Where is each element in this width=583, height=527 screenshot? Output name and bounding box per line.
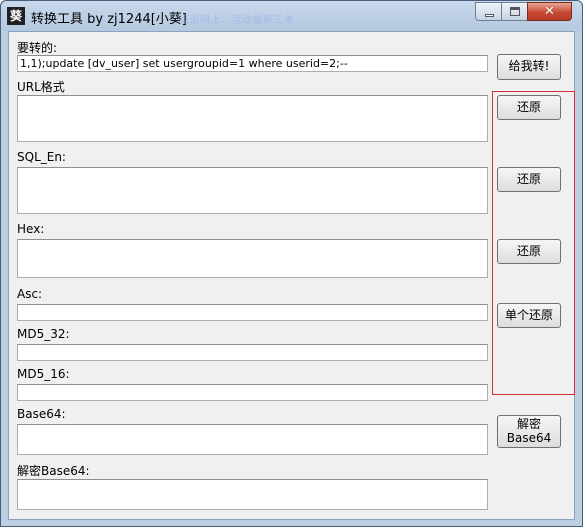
sql-label: SQL_En: xyxy=(17,150,66,164)
input-label: 要转的: xyxy=(17,41,58,55)
sql-restore-button[interactable]: 还原 xyxy=(497,167,561,192)
asc-output-field[interactable] xyxy=(17,304,488,321)
hex-restore-button[interactable]: 还原 xyxy=(497,239,561,264)
md5-16-label: MD5_16: xyxy=(17,367,70,381)
maximize-icon xyxy=(510,7,520,16)
window-title: 转换工具 by zj1244[小葵] xyxy=(31,12,187,27)
hex-output-field[interactable] xyxy=(17,239,488,278)
asc-label: Asc: xyxy=(17,287,43,301)
url-restore-button[interactable]: 还原 xyxy=(497,95,561,120)
close-button[interactable]: ✕ xyxy=(527,2,572,21)
decoded-base64-output-field[interactable] xyxy=(17,479,488,510)
minimize-button[interactable] xyxy=(475,2,502,21)
decoded-base64-label: 解密Base64: xyxy=(17,464,90,478)
decode-base64-label-line1: 解密 xyxy=(516,416,541,431)
client-area: 要转的: 给我转! URL格式 还原 SQL_En: 还原 Hex: 还原 As… xyxy=(8,31,575,520)
hex-label: Hex: xyxy=(17,222,45,236)
maximize-button[interactable] xyxy=(501,2,528,21)
input-text-field[interactable] xyxy=(17,55,488,72)
asc-single-restore-button[interactable]: 单个还原 xyxy=(497,303,561,328)
convert-button[interactable]: 给我转! xyxy=(497,54,561,80)
md5-32-output-field[interactable] xyxy=(17,344,488,361)
sql-output-field[interactable] xyxy=(17,167,488,214)
background-ghost-text: 点击网上、活动最新工单 xyxy=(179,15,295,26)
title-bar[interactable]: 葵 转换工具 by zj1244[小葵] 点击网上、活动最新工单 ✕ xyxy=(1,1,582,31)
md5-16-output-field[interactable] xyxy=(17,384,488,401)
app-icon: 葵 xyxy=(7,7,25,25)
close-icon: ✕ xyxy=(544,4,555,19)
minimize-icon xyxy=(485,14,494,17)
app-window: 葵 转换工具 by zj1244[小葵] 点击网上、活动最新工单 ✕ 要转的: … xyxy=(0,0,583,527)
base64-label: Base64: xyxy=(17,407,66,421)
md5-32-label: MD5_32: xyxy=(17,327,70,341)
base64-output-field[interactable] xyxy=(17,424,488,455)
decode-base64-button[interactable]: 解密 Base64 xyxy=(497,415,561,448)
url-output-field[interactable] xyxy=(17,95,488,142)
url-label: URL格式 xyxy=(17,80,65,94)
decode-base64-label-line2: Base64 xyxy=(506,430,552,445)
